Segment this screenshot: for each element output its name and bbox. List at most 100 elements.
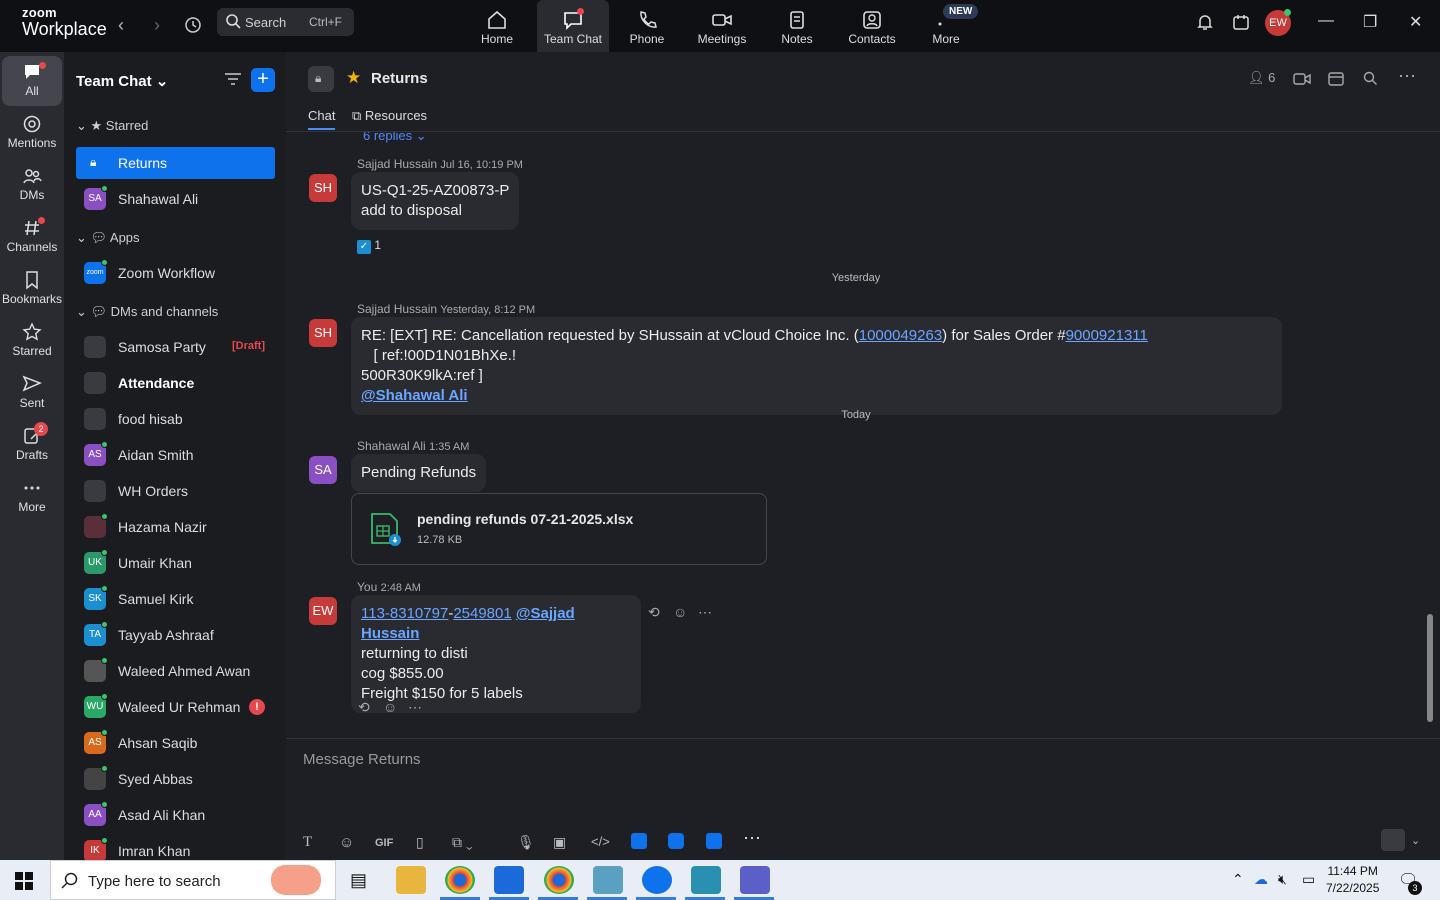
scrollbar-thumb[interactable] (1427, 614, 1433, 722)
sidebar-item-wh-orders[interactable]: WH Orders (76, 475, 275, 507)
volume-muted-icon[interactable]: 🔇︎ (1278, 871, 1287, 888)
app-icon[interactable] (691, 866, 721, 894)
sidebar-item-umair-khan[interactable]: UK Umair Khan (76, 547, 275, 579)
more-options-icon[interactable]: ⋯ (1398, 66, 1416, 87)
reply-icon[interactable]: ⟲ (358, 699, 370, 716)
search-box[interactable]: Search Ctrl+F (217, 8, 354, 36)
emoji-reaction-icon[interactable]: ☺ (673, 604, 687, 620)
file-explorer-icon[interactable] (396, 866, 426, 894)
rail-channels[interactable]: Channels (2, 212, 62, 262)
sidebar-item-asad-ali-khan[interactable]: AA Asad Ali Khan (76, 799, 275, 831)
forward-arrow-icon[interactable]: › (144, 12, 170, 38)
replies-link[interactable]: 6 replies ⌄ (363, 132, 427, 144)
section-dms[interactable]: ⌄ 💬︎ DMs and channels (76, 304, 218, 320)
clock[interactable]: 11:44 PM 7/22/2025 (1326, 863, 1379, 897)
sidebar-item-tayyab-ashraaf[interactable]: TA Tayyab Ashraaf (76, 619, 275, 651)
tab-meetings[interactable]: Meetings (686, 0, 758, 52)
rail-sent[interactable]: Sent (2, 368, 62, 418)
sidebar-item-zoom-workflow[interactable]: zoom Zoom Workflow (76, 257, 275, 289)
app-icon-2[interactable] (668, 833, 684, 849)
tab-chat[interactable]: Chat (308, 108, 336, 130)
message-bubble[interactable]: 113-8310797-2549801 @Sajjad Hussain retu… (351, 595, 641, 713)
reaction-chip[interactable]: ✓ 1 (357, 238, 381, 254)
sidebar-item-waleed-ahmed-awan[interactable]: Waleed Ahmed Awan (76, 655, 275, 687)
section-starred[interactable]: ⌄ ★ Starred (76, 118, 148, 134)
video-icon[interactable] (1293, 72, 1311, 86)
rail-more[interactable]: More (2, 472, 62, 522)
file-icon[interactable]: ▯ (416, 834, 424, 851)
send-button[interactable] (1381, 829, 1405, 851)
message-composer[interactable]: Message Returns T ☺ GIF ▯ ⧉ ⌄ 🎙︎ ▣ </> ⋯… (286, 738, 1440, 860)
tab-home[interactable]: Home (461, 0, 533, 52)
more-tools-icon[interactable]: ⋯ (743, 828, 761, 849)
zoom-icon[interactable] (642, 866, 672, 894)
onedrive-icon[interactable]: ☁ (1254, 871, 1268, 888)
tab-resources[interactable]: ⧉ Resources (352, 108, 427, 124)
rail-starred[interactable]: Starred (2, 316, 62, 366)
avatar[interactable]: SA (309, 456, 337, 484)
sidebar-item-samuel-kirk[interactable]: SK Samuel Kirk (76, 583, 275, 615)
restore-icon[interactable]: ❐ (1363, 12, 1377, 32)
minimize-icon[interactable]: — (1318, 12, 1334, 30)
microphone-icon[interactable]: 🎙︎ (517, 834, 535, 851)
sidebar-item-returns[interactable]: 🔒︎ Returns (76, 147, 275, 179)
tray-chevron-icon[interactable]: ⌃ (1232, 871, 1244, 888)
order-link[interactable]: 1000049263 (859, 327, 942, 344)
rail-dms[interactable]: DMs (2, 160, 62, 210)
scrollbar[interactable] (1427, 134, 1433, 722)
close-icon[interactable]: ✕ (1409, 12, 1422, 32)
message-more-icon[interactable]: ⋯ (408, 699, 422, 716)
sidebar-item-attendance[interactable]: Attendance (76, 367, 275, 399)
new-chat-button[interactable]: + (251, 68, 275, 92)
message-more-icon[interactable]: ⋯ (698, 604, 712, 621)
members-button[interactable]: 👤︎ 6 (1248, 70, 1275, 86)
star-icon[interactable]: ★ (346, 68, 361, 88)
reply-icon[interactable]: ⟲ (648, 604, 660, 621)
history-icon[interactable] (180, 12, 206, 38)
sidebar-title[interactable]: Team Chat ⌄ (76, 72, 168, 90)
emoji-icon[interactable]: ☺ (339, 834, 354, 851)
emoji-reaction-icon[interactable]: ☺ (383, 699, 397, 715)
text-format-icon[interactable]: T (303, 834, 312, 851)
tab-phone[interactable]: Phone (611, 0, 683, 52)
sales-order-link[interactable]: 9000921311 (1066, 327, 1148, 344)
search-icon[interactable] (1363, 71, 1378, 86)
tab-contacts[interactable]: Contacts (836, 0, 908, 52)
tab-team-chat[interactable]: Team Chat (537, 0, 609, 52)
message-bubble[interactable]: RE: [EXT] RE: Cancellation requested by … (351, 317, 1282, 415)
rail-bookmarks[interactable]: Bookmarks (2, 264, 62, 314)
app-icon-3[interactable] (706, 833, 722, 849)
filter-icon[interactable] (224, 72, 242, 86)
avatar[interactable]: SH (309, 319, 337, 347)
back-arrow-icon[interactable]: ‹ (108, 12, 134, 38)
sidebar-item-imran-khan[interactable]: IK Imran Khan (76, 835, 275, 860)
task-view-icon[interactable]: ▤ (350, 870, 367, 891)
calendar-app-icon[interactable] (1232, 13, 1250, 31)
message-bubble[interactable]: US-Q1-25-AZ00873-P add to disposal (351, 172, 520, 230)
channel-title[interactable]: Returns (371, 70, 428, 87)
mention-link[interactable]: @Shahawal Ali (361, 387, 468, 404)
rail-all[interactable]: All (2, 56, 62, 106)
sidebar-item-food-hisab[interactable]: food hisab (76, 403, 275, 435)
sidebar-item-aidan-smith[interactable]: AS Aidan Smith (76, 439, 275, 471)
sidebar-item-hazama-nazir[interactable]: Hazama Nazir (76, 511, 275, 543)
calendar-icon[interactable] (1328, 70, 1344, 86)
avatar[interactable]: EW (309, 597, 337, 625)
phone-link[interactable]: 2549801 (453, 605, 511, 622)
rail-drafts[interactable]: 2 Drafts (2, 420, 62, 470)
file-attachment[interactable]: pending refunds 07-21-2025.xlsx 12.78 KB (351, 493, 767, 565)
teams-icon[interactable] (740, 866, 770, 894)
sidebar-item-waleed-ur-rehman[interactable]: WU Waleed Ur Rehman ! (76, 691, 275, 723)
message-input[interactable]: Message Returns (303, 751, 421, 768)
taskbar-search[interactable]: Type here to search (50, 860, 336, 900)
gif-button[interactable]: GIF (375, 837, 393, 849)
bell-icon[interactable] (1196, 13, 1214, 31)
message-bubble[interactable]: Pending Refunds (351, 454, 487, 492)
app-icon-1[interactable] (631, 833, 647, 849)
code-icon[interactable]: </> (591, 834, 610, 849)
sidebar-item-samosa-party[interactable]: Samosa Party [Draft] (76, 331, 275, 363)
sidebar-item-ahsan-saqib[interactable]: AS Ahsan Saqib (76, 727, 275, 759)
chrome-icon[interactable] (445, 866, 475, 894)
sidebar-item-shahawal-ali[interactable]: SA Shahawal Ali (76, 183, 275, 215)
phone-link[interactable]: 113-8310797 (361, 605, 448, 622)
